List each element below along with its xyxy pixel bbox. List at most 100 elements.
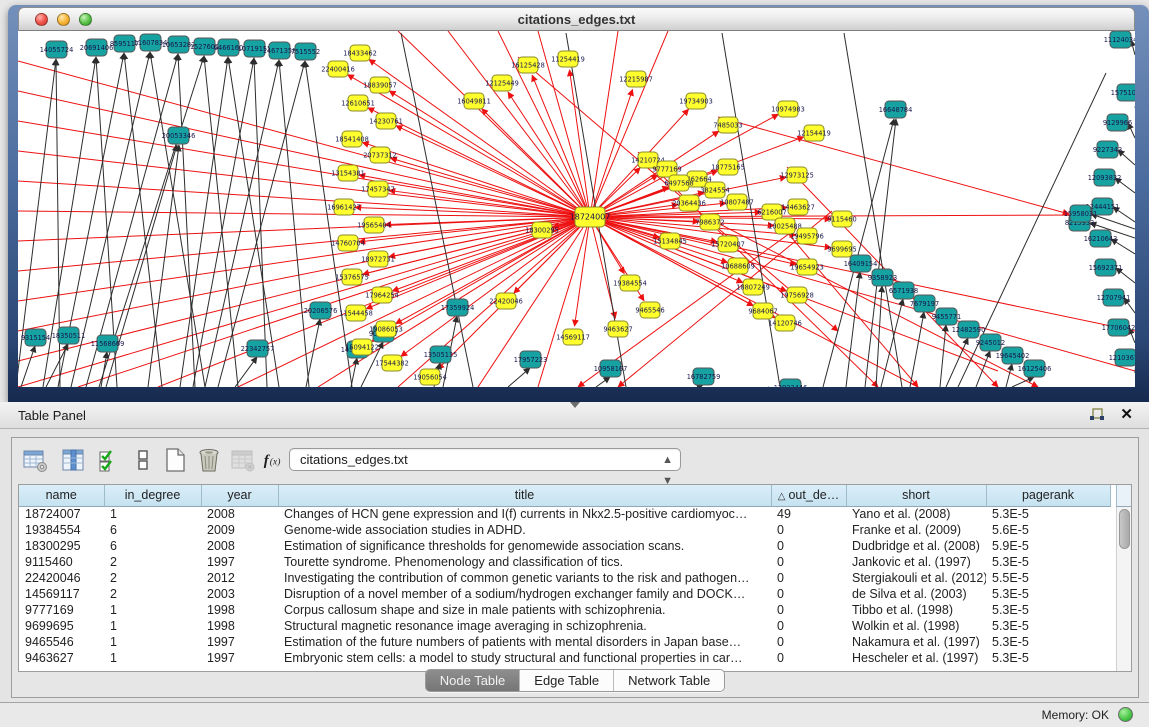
citation-edge-red[interactable] xyxy=(359,175,590,217)
column-header-short[interactable]: short xyxy=(846,485,986,506)
citation-edge-black[interactable] xyxy=(351,358,357,387)
table-cell[interactable]: Genome-wide association studies in ADHD. xyxy=(278,522,771,538)
citation-edge-red[interactable] xyxy=(590,217,796,265)
cited-paper-node[interactable]: 19384554 xyxy=(613,275,647,291)
table-cell[interactable]: Dudbridge et al. (2008) xyxy=(846,538,986,554)
table-cell[interactable]: 5.5E-5 xyxy=(986,570,1110,586)
cited-paper-node[interactable]: 15720407 xyxy=(711,236,745,252)
hub-node[interactable]: 18724007 xyxy=(570,207,611,227)
cited-paper-node[interactable]: 16125428 xyxy=(511,57,545,73)
citation-edge-black[interactable] xyxy=(21,346,35,387)
citation-edge-black[interactable] xyxy=(205,60,279,387)
table-cell[interactable]: 0 xyxy=(771,650,846,666)
citation-edge-black[interactable] xyxy=(101,352,107,387)
table-cell[interactable]: 2009 xyxy=(201,522,278,538)
citation-edge-red[interactable] xyxy=(718,117,1069,214)
cited-paper-node[interactable]: 18972731 xyxy=(361,251,395,267)
paper-node[interactable]: 12707941 xyxy=(1097,289,1131,306)
cited-paper-node[interactable]: 19734903 xyxy=(679,93,713,109)
table-cell[interactable]: 6 xyxy=(104,522,201,538)
paper-node[interactable]: 9455771 xyxy=(932,308,961,325)
table-cell[interactable]: 1 xyxy=(104,634,201,650)
table-cell[interactable]: Jankovic et al. (1997) xyxy=(846,554,986,570)
citation-edge-black[interactable] xyxy=(1012,377,1034,387)
table-cell[interactable]: 5.3E-5 xyxy=(986,618,1110,634)
table-cell[interactable]: 5.6E-5 xyxy=(986,522,1110,538)
paper-node[interactable]: 15692371 xyxy=(1089,259,1123,276)
cited-paper-node[interactable]: 19756928 xyxy=(780,287,814,303)
table-cell[interactable]: 1998 xyxy=(201,618,278,634)
delete-icon[interactable] xyxy=(196,447,222,473)
table-cell[interactable]: 22420046 xyxy=(19,570,104,586)
citation-edge-black[interactable] xyxy=(148,145,179,387)
table-row[interactable]: 946362711997Embryonic stem cells: a mode… xyxy=(19,650,1110,666)
table-row[interactable]: 1830029562008Estimation of significance … xyxy=(19,538,1110,554)
paper-node[interactable]: 16409154 xyxy=(844,255,878,272)
column-header-name[interactable]: name xyxy=(19,485,104,506)
tab-network-table[interactable]: Network Table xyxy=(614,670,724,691)
table-row[interactable]: 1938455462009Genome-wide association stu… xyxy=(19,522,1110,538)
table-cell[interactable]: 14569117 xyxy=(19,586,104,602)
paper-node[interactable]: 11568669 xyxy=(91,335,125,352)
paper-node[interactable]: 16210643 xyxy=(1084,230,1118,247)
table-cell[interactable]: 5.3E-5 xyxy=(986,650,1110,666)
paper-node[interactable]: 11124034 xyxy=(1104,31,1135,48)
cited-paper-node[interactable]: 9699695 xyxy=(827,241,856,257)
table-cell[interactable]: 1997 xyxy=(201,634,278,650)
table-cell[interactable]: 1998 xyxy=(201,602,278,618)
citation-edge-black[interactable] xyxy=(193,58,254,387)
table-cell[interactable]: 1 xyxy=(104,650,201,666)
tab-edge-table[interactable]: Edge Table xyxy=(520,670,614,691)
citation-network-graph[interactable]: 1405572420691406859511711607834106532871… xyxy=(18,31,1135,387)
paper-node[interactable]: 15751074 xyxy=(1111,84,1135,101)
cited-paper-node[interactable]: 18541408 xyxy=(335,131,369,147)
column-header-pagerank[interactable]: pagerank xyxy=(986,485,1110,506)
network-view-canvas[interactable]: 1405572420691406859511711607834106532871… xyxy=(18,31,1135,387)
table-cell[interactable]: 9115460 xyxy=(19,554,104,570)
table-cell[interactable]: 5.3E-5 xyxy=(986,602,1110,618)
citation-edge-black[interactable] xyxy=(596,377,610,387)
cited-paper-node[interactable]: 14120746 xyxy=(768,315,802,331)
cited-paper-node[interactable]: 20364436 xyxy=(672,195,706,211)
citation-edge-black[interactable] xyxy=(940,325,946,387)
cited-paper-node[interactable]: 14760704 xyxy=(331,235,365,251)
citation-edge-black[interactable] xyxy=(1006,364,1012,387)
paper-node[interactable]: 7679197 xyxy=(910,295,939,312)
scrollbar-thumb[interactable] xyxy=(1119,509,1130,549)
table-cell[interactable]: 5.3E-5 xyxy=(986,506,1110,522)
cited-paper-node[interactable]: 18839057 xyxy=(363,77,397,93)
citation-edge-black[interactable] xyxy=(218,61,305,387)
table-row[interactable]: 1872400712008Changes of HCN gene express… xyxy=(19,506,1110,522)
citation-edge-red[interactable] xyxy=(590,217,918,387)
citation-edge-red[interactable] xyxy=(18,121,590,217)
citation-edge-black[interactable] xyxy=(305,61,352,387)
citation-edge-black[interactable] xyxy=(1091,214,1135,229)
cited-paper-node[interactable]: 19565404 xyxy=(357,217,391,233)
table-row[interactable]: 969969511998Structural magnetic resonanc… xyxy=(19,618,1110,634)
table-cell[interactable]: 9699695 xyxy=(19,618,104,634)
table-cell[interactable]: 2003 xyxy=(201,586,278,602)
cited-paper-node[interactable]: 9465546 xyxy=(635,302,664,318)
table-cell[interactable]: Franke et al. (2009) xyxy=(846,522,986,538)
select-rows-icon[interactable] xyxy=(96,447,122,473)
table-cell[interactable]: Structural magnetic resonance image aver… xyxy=(278,618,771,634)
cited-paper-node[interactable]: 20737312 xyxy=(363,147,397,163)
table-cell[interactable]: 1 xyxy=(104,618,201,634)
table-cell[interactable]: Estimation of significance thresholds fo… xyxy=(278,538,771,554)
table-cell[interactable]: Disruption of a novel member of a sodium… xyxy=(278,586,771,602)
citation-edge-red[interactable] xyxy=(590,89,633,217)
cited-paper-node[interactable]: 11254419 xyxy=(551,51,585,67)
table-cell[interactable]: 19384554 xyxy=(19,522,104,538)
float-window-icon[interactable] xyxy=(1089,407,1105,423)
table-cell[interactable]: Yano et al. (2008) xyxy=(846,506,986,522)
citation-edge-red[interactable] xyxy=(575,217,590,326)
table-cell[interactable]: 0 xyxy=(771,570,846,586)
citation-edge-black[interactable] xyxy=(124,53,162,387)
citation-edge-black[interactable] xyxy=(150,52,205,387)
table-cell[interactable]: 18300295 xyxy=(19,538,104,554)
table-cell[interactable]: 0 xyxy=(771,602,846,618)
citation-edge-red[interactable] xyxy=(18,217,590,301)
cited-paper-node[interactable]: 14569117 xyxy=(556,329,590,345)
table-cell[interactable]: 6 xyxy=(104,538,201,554)
paper-node[interactable]: 18350511 xyxy=(52,327,86,344)
